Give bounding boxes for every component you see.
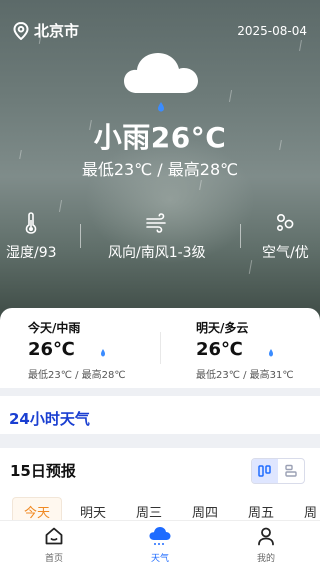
stat-divider — [80, 224, 81, 248]
nav-profile-label: 我的 — [256, 554, 275, 564]
current-range: 最低23℃ / 最高28℃ — [81, 160, 239, 179]
day-tab-fri[interactable]: 周五 — [248, 502, 274, 521]
rows-icon — [285, 464, 297, 477]
date-label: 2025-08-04 — [237, 24, 307, 38]
tomorrow-card[interactable]: 明天/多云 26℃ 最低23℃ / 最高31℃ — [168, 308, 320, 388]
wind-icon — [145, 213, 166, 233]
wind-label: 风向/南风1-3级 — [108, 245, 206, 261]
wind-stat: 风向/南风1-3级 — [108, 212, 206, 262]
columns-icon — [258, 465, 271, 477]
day-tab-tomorrow[interactable]: 明天 — [80, 502, 106, 521]
air-label: 空气/优 — [262, 245, 309, 261]
nav-home[interactable]: 首页 — [24, 521, 84, 569]
tomorrow-title: 明天/多云 — [196, 321, 249, 335]
day-tab-partial[interactable]: 周 — [304, 502, 317, 521]
hourly-section: 24小时天气 — [0, 396, 320, 434]
day-tab-thu[interactable]: 周四 — [192, 502, 218, 521]
tomorrow-temp: 26℃ — [196, 339, 243, 360]
card-divider — [160, 332, 161, 364]
air-quality-icon — [277, 213, 294, 232]
today-range: 最低23℃ / 最高28℃ — [28, 370, 126, 381]
rain-cloud-icon — [124, 53, 198, 112]
stat-divider — [240, 224, 241, 248]
rain-drop-icon — [269, 349, 273, 357]
card-view-button[interactable] — [252, 459, 278, 483]
home-icon — [45, 527, 63, 545]
weather-stats: 湿度/93 风向/南风1-3级 空气/优 — [0, 212, 320, 262]
air-stat: 空气/优 — [262, 212, 309, 262]
day-tab-wed[interactable]: 周三 — [136, 502, 162, 521]
daily-title: 15日预报 — [10, 462, 76, 480]
profile-icon — [258, 527, 274, 546]
location-pin-icon — [13, 21, 29, 40]
today-card[interactable]: 今天/中雨 26℃ 最低23℃ / 最高28℃ — [0, 308, 160, 388]
nav-weather-label: 天气 — [150, 554, 169, 564]
humidity-label: 湿度/93 — [6, 245, 57, 261]
location[interactable]: 北京市 — [13, 20, 79, 41]
nav-home-label: 首页 — [44, 554, 63, 564]
view-toggle[interactable] — [251, 458, 305, 484]
hourly-title: 24小时天气 — [9, 410, 90, 428]
nav-profile[interactable]: 我的 — [236, 521, 296, 569]
day-tab-today[interactable]: 今天 — [24, 502, 50, 521]
today-temp: 26℃ — [28, 339, 75, 360]
rain-drop-icon — [101, 349, 105, 357]
bottom-nav: 首页 天气 我的 — [0, 520, 320, 569]
current-condition: 小雨26°C — [93, 121, 227, 154]
today-title: 今天/中雨 — [28, 321, 81, 335]
tomorrow-range: 最低23℃ / 最高31℃ — [196, 370, 294, 381]
section-gap — [0, 434, 320, 448]
humidity-stat: 湿度/93 — [6, 212, 57, 262]
city-name: 北京市 — [34, 22, 80, 40]
list-view-button[interactable] — [278, 459, 304, 483]
section-gap — [0, 388, 320, 396]
nav-weather[interactable]: 天气 — [130, 521, 190, 569]
thermometer-icon — [25, 212, 37, 234]
weather-icon — [149, 527, 171, 545]
